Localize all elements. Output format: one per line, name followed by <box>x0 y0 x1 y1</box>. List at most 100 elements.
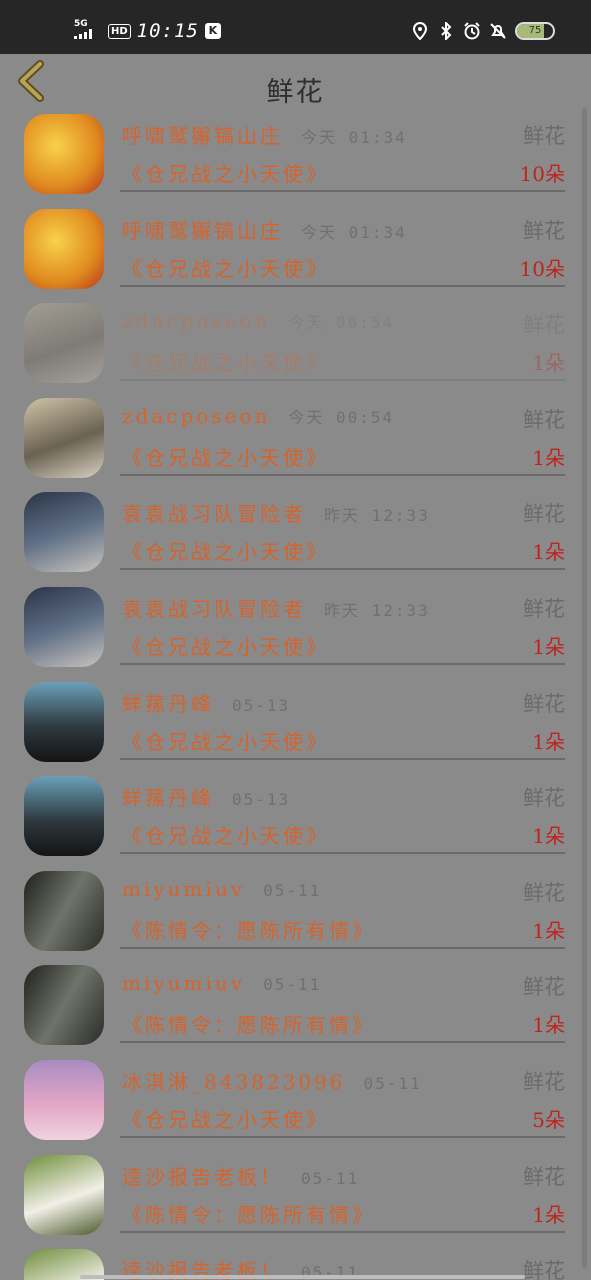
name-time-line: 袁袁战习队冒险者 昨天 12:33 <box>122 498 430 527</box>
gift-type: 鲜花 <box>523 1259 565 1280</box>
timestamp: 今天 00:54 <box>288 313 395 333</box>
divider <box>120 1041 565 1044</box>
name-time-line: zdacposeon 今天 00:54 <box>122 309 394 333</box>
divider <box>120 1135 565 1138</box>
name-time-line: 蛘蓀丹峰 05-13 <box>122 688 290 717</box>
timestamp: 05-11 <box>301 1168 360 1188</box>
book-title[interactable]: 《仓兄战之小天使》 <box>122 253 329 282</box>
flower-count: 1朵 <box>532 918 565 943</box>
list-item[interactable]: 呼啸鹫獬镐山庄 今天 01:34 鲜花 《仓兄战之小天使》 10朵 <box>0 110 591 205</box>
list-item[interactable]: miyumiuv 05-11 鲜花《陈情令：愿陈所有情》 1朵 <box>0 961 591 1056</box>
list-item[interactable]: miyumiuv 05-11 鲜花《陈情令：愿陈所有情》 1朵 <box>0 867 591 962</box>
name-time-line: 逵沙报告老板！ 05-11 <box>122 1161 359 1190</box>
name-time-line: 袁袁战习队冒险者 昨天 12:33 <box>122 593 430 622</box>
gift-type: 鲜花 <box>523 691 565 716</box>
clock: 10:15 <box>136 20 199 42</box>
book-title[interactable]: 《仓兄战之小天使》 <box>122 158 329 187</box>
username[interactable]: zdacposeon <box>122 404 270 428</box>
gift-type: 鲜花 <box>523 218 565 243</box>
name-time-line: miyumiuv 05-11 <box>122 877 321 901</box>
list-item[interactable]: 呼啸鹫獬镐山庄 今天 01:34 鲜花《仓兄战之小天使》 10朵 <box>0 205 591 300</box>
timestamp: 今天 01:34 <box>301 128 407 147</box>
list-item[interactable]: 蛘蓀丹峰 05-13 鲜花 《仓兄战之小天使》 1朵 <box>0 772 591 867</box>
timestamp: 昨天 12:33 <box>324 506 430 526</box>
flower-count: 1朵 <box>532 351 565 376</box>
anime-boy-avatar[interactable] <box>24 492 104 573</box>
username[interactable]: 袁袁战习队冒险者 <box>122 498 306 527</box>
home-indicator[interactable] <box>80 1275 525 1279</box>
location-icon <box>411 22 429 40</box>
list-item[interactable]: 冰淇淋_843823096 05-11 鲜花 《仓兄战之小天使》 5朵 <box>0 1056 591 1151</box>
book-title[interactable]: 《陈情令：愿陈所有情》 <box>122 915 375 944</box>
cherry-tree-avatar[interactable] <box>24 1059 104 1140</box>
name-time-line: zdacposeon 今天 00:54 <box>122 404 394 428</box>
divider <box>120 190 565 192</box>
girl-photo-avatar[interactable] <box>24 397 104 478</box>
username[interactable]: zdacposeon <box>122 309 270 333</box>
timestamp: 05-11 <box>263 975 322 995</box>
username[interactable]: 蛘蓀丹峰 <box>122 688 214 717</box>
divider <box>120 568 565 571</box>
girl-bamboo-avatar[interactable] <box>24 1154 104 1235</box>
flower-count: 1朵 <box>532 1013 565 1038</box>
list-item[interactable]: 袁袁战习队冒险者 昨天 12:33 鲜花《仓兄战之小天使》 1朵 <box>0 488 591 583</box>
alarm-icon <box>463 22 481 40</box>
flower-count: 10朵 <box>519 256 565 281</box>
singer-avatar[interactable] <box>24 965 104 1046</box>
book-title[interactable]: 《仓兄战之小天使》 <box>122 347 329 376</box>
divider <box>120 473 565 476</box>
mute-bell-icon <box>489 22 507 40</box>
gift-type: 鲜花 <box>523 975 565 1000</box>
flower-count: 1朵 <box>532 540 565 565</box>
book-title[interactable]: 《仓兄战之小天使》 <box>122 442 329 471</box>
flower-count: 5朵 <box>532 1107 565 1132</box>
book-title[interactable]: 《仓兄战之小天使》 <box>122 820 329 849</box>
timestamp: 05-11 <box>363 1073 422 1093</box>
list-item[interactable]: zdacposeon 今天 00:54 鲜花《仓兄战之小天使》 1朵 <box>0 299 591 394</box>
username[interactable]: miyumiuv <box>122 971 245 995</box>
signal-bars-icon <box>74 29 92 39</box>
name-time-line: 冰淇淋_843823096 05-11 <box>122 1066 422 1095</box>
book-title[interactable]: 《仓兄战之小天使》 <box>122 726 329 755</box>
book-title[interactable]: 《仓兄战之小天使》 <box>122 536 329 565</box>
username[interactable]: 呼啸鹫獬镐山庄 <box>122 215 283 244</box>
book-title[interactable]: 《仓兄战之小天使》 <box>122 631 329 660</box>
name-time-line: 蛘蓀丹峰 05-13 <box>122 782 290 811</box>
username[interactable]: 逵沙报告老板！ <box>122 1161 283 1190</box>
username[interactable]: miyumiuv <box>122 877 245 901</box>
new-year-avatar[interactable] <box>24 114 104 194</box>
divider <box>120 946 565 949</box>
username[interactable]: 冰淇淋_843823096 <box>122 1066 346 1095</box>
list-item[interactable]: 蛘蓀丹峰 05-13 鲜花 《仓兄战之小天使》 1朵 <box>0 678 591 773</box>
anime-boy-avatar[interactable] <box>24 586 104 667</box>
name-time-line: 呼啸鹫獬镐山庄 今天 01:34 <box>122 215 407 244</box>
scrollbar[interactable] <box>582 108 587 1268</box>
list-item[interactable]: zdacposeon 今天 00:54 鲜花 《仓兄战之小天使》 1朵 <box>0 394 591 489</box>
flower-count: 10朵 <box>519 162 565 186</box>
username[interactable]: 呼啸鹫獬镐山庄 <box>122 120 283 149</box>
new-year-avatar[interactable] <box>24 208 104 289</box>
gift-type: 鲜花 <box>523 596 565 621</box>
flower-count: 1朵 <box>532 445 565 470</box>
gift-type: 鲜花 <box>523 880 565 905</box>
username[interactable]: 蛘蓀丹峰 <box>122 782 214 811</box>
username[interactable]: 袁袁战习队冒险者 <box>122 593 306 622</box>
divider <box>120 852 565 855</box>
divider <box>120 1230 565 1233</box>
book-title[interactable]: 《仓兄战之小天使》 <box>122 1104 329 1133</box>
gift-type: 鲜花 <box>523 502 565 527</box>
list-item[interactable]: 袁袁战习队冒险者 昨天 12:33 鲜花 《仓兄战之小天使》 1朵 <box>0 583 591 678</box>
divider <box>120 662 565 665</box>
hd-badge: HD <box>108 23 131 39</box>
list-item[interactable]: 逵沙报告老板！ 05-11 鲜花 《陈情令：愿陈所有情》 1朵 <box>0 1151 591 1246</box>
battery-icon: 75 <box>515 22 555 40</box>
book-title[interactable]: 《陈情令：愿陈所有情》 <box>122 1009 375 1038</box>
flower-gift-list[interactable]: 呼啸鹫獬镐山庄 今天 01:34 鲜花 《仓兄战之小天使》 10朵 呼啸鹫獬镐山庄 今天 0… <box>0 110 591 1280</box>
divider <box>120 757 565 760</box>
book-title[interactable]: 《陈情令：愿陈所有情》 <box>122 1199 375 1228</box>
car-scene-avatar[interactable] <box>24 776 104 857</box>
girl-photo-avatar[interactable] <box>24 303 104 384</box>
singer-avatar[interactable] <box>24 870 104 951</box>
gift-type: 鲜花 <box>523 313 565 338</box>
car-scene-avatar[interactable] <box>24 681 104 762</box>
